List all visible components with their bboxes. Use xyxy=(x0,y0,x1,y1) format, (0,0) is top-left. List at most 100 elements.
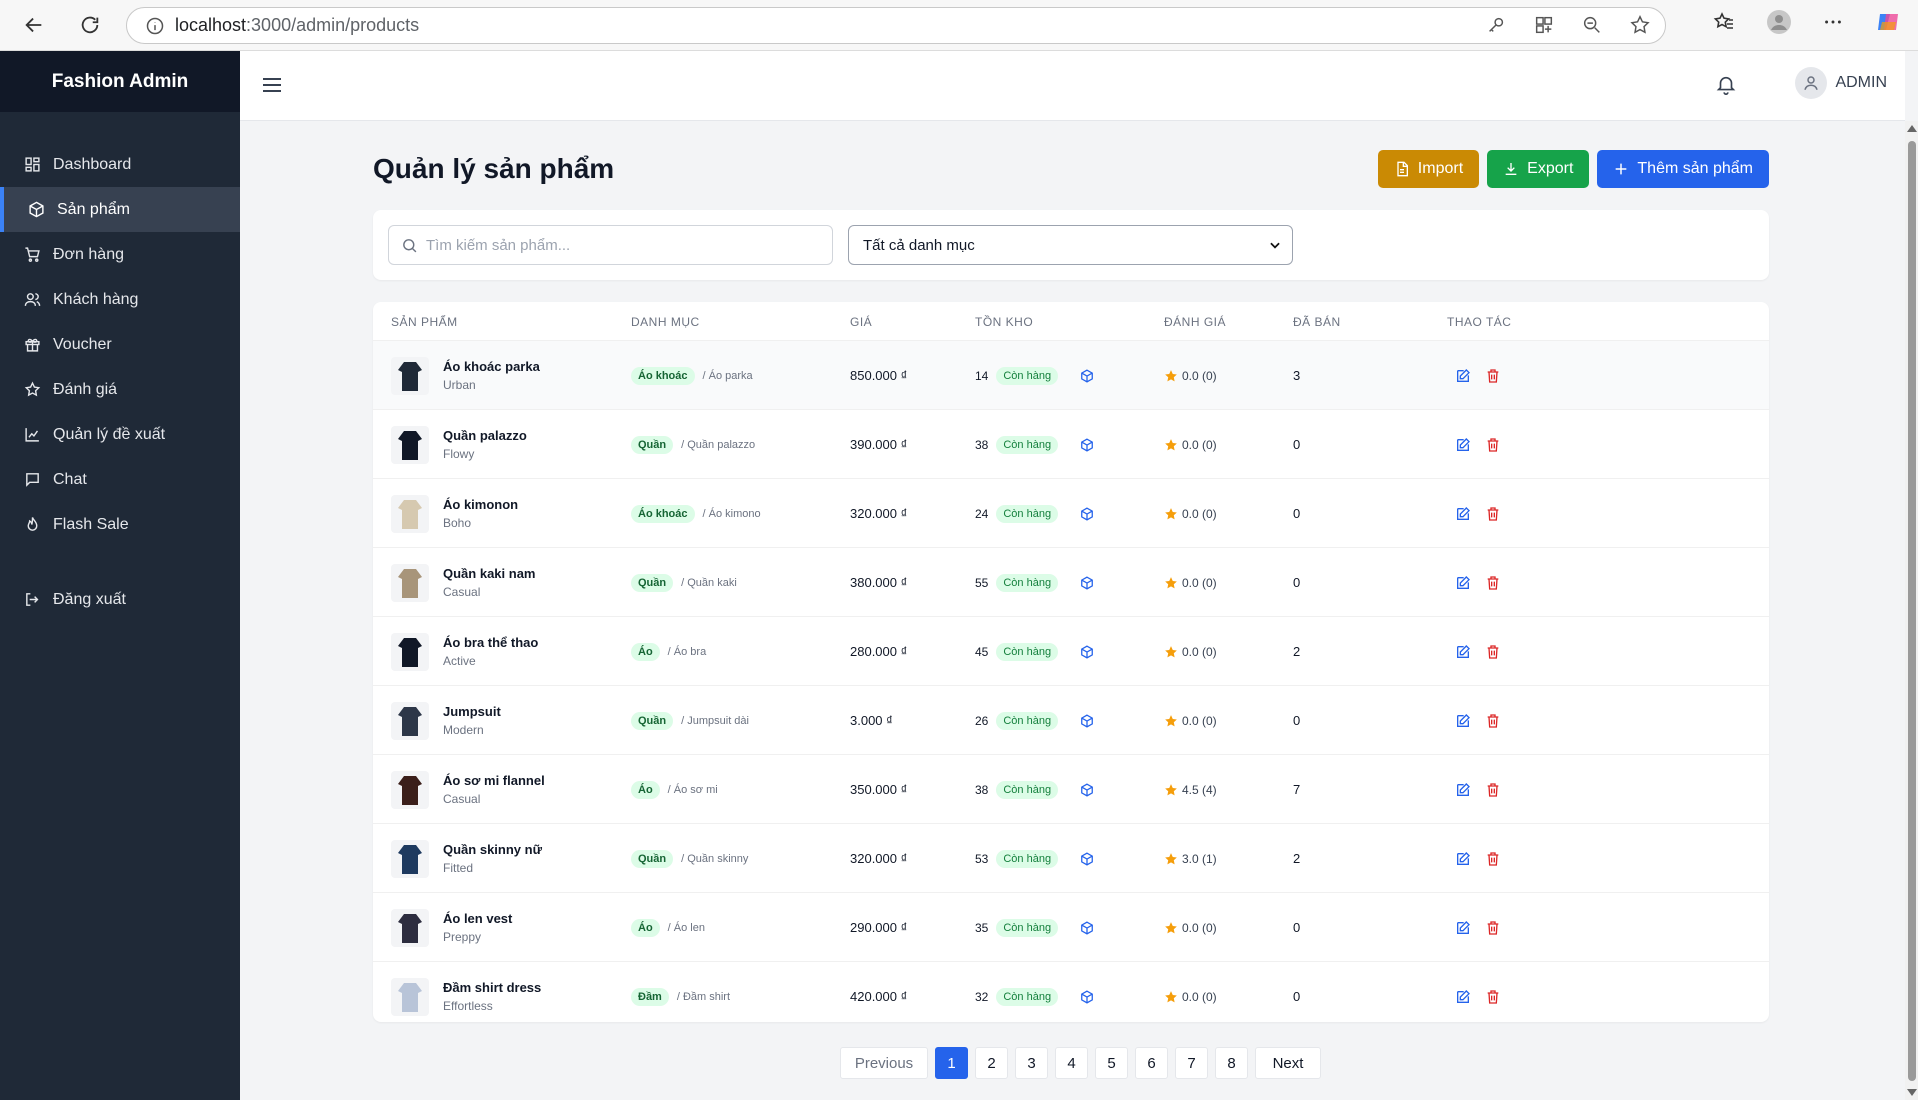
edit-icon[interactable] xyxy=(1455,368,1471,384)
edit-icon[interactable] xyxy=(1455,437,1471,453)
product-brand: Effortless xyxy=(443,999,493,1013)
actions-cell xyxy=(1455,617,1501,686)
page-button-4[interactable]: 4 xyxy=(1055,1047,1088,1079)
variant-box-icon[interactable] xyxy=(1080,575,1094,590)
import-button[interactable]: Import xyxy=(1377,150,1480,188)
price-cell: 320.000 ₫ xyxy=(850,824,907,893)
category-badge: Áo khoác xyxy=(631,366,695,385)
scroll-thumb[interactable] xyxy=(1908,141,1916,1081)
scroll-up-icon[interactable] xyxy=(1907,125,1917,132)
more-icon[interactable] xyxy=(1822,11,1844,38)
copilot-icon[interactable] xyxy=(1874,8,1902,41)
reload-icon[interactable] xyxy=(72,7,108,43)
variant-box-icon[interactable] xyxy=(1080,782,1094,797)
bell-icon[interactable] xyxy=(1715,74,1737,101)
stock-cell: 24 Còn hàng xyxy=(975,479,1094,548)
variant-box-icon[interactable] xyxy=(1080,437,1094,452)
page-button-7[interactable]: 7 xyxy=(1175,1047,1208,1079)
add-product-button[interactable]: Thêm sản phẩm xyxy=(1597,150,1769,188)
variant-box-icon[interactable] xyxy=(1080,506,1094,521)
page-button-2[interactable]: 2 xyxy=(975,1047,1008,1079)
variant-box-icon[interactable] xyxy=(1080,644,1094,659)
back-icon[interactable] xyxy=(16,7,52,43)
edit-icon[interactable] xyxy=(1455,713,1471,729)
edit-icon[interactable] xyxy=(1455,575,1471,591)
sidebar-item-logout[interactable]: Đăng xuất xyxy=(0,577,240,622)
stock-cell: 35 Còn hàng xyxy=(975,893,1094,962)
previous-page-button[interactable]: Previous xyxy=(840,1047,928,1079)
subcategory-text: / Quần skinny xyxy=(681,852,749,865)
variant-box-icon[interactable] xyxy=(1080,368,1094,383)
variant-box-icon[interactable] xyxy=(1080,851,1094,866)
category-select[interactable]: Tất cả danh mục xyxy=(848,225,1293,265)
rating-cell: 0.0 (0) xyxy=(1164,617,1217,686)
delete-icon[interactable] xyxy=(1485,575,1501,591)
delete-icon[interactable] xyxy=(1485,851,1501,867)
app-icon[interactable] xyxy=(1533,14,1555,41)
variant-box-icon[interactable] xyxy=(1080,713,1094,728)
sold-count: 0 xyxy=(1293,506,1301,521)
page-button-8[interactable]: 8 xyxy=(1215,1047,1248,1079)
rating-cell: 0.0 (0) xyxy=(1164,548,1217,617)
sidebar-item-recommendations[interactable]: Quản lý đề xuất xyxy=(0,412,240,457)
page-scrollbar[interactable] xyxy=(1905,121,1918,1100)
rating-star-icon xyxy=(1165,852,1177,864)
product-brand: Fitted xyxy=(443,861,474,875)
add-product-label: Thêm sản phẩm xyxy=(1637,160,1753,177)
favorites-icon[interactable] xyxy=(1712,10,1736,39)
category-badge: Đầm xyxy=(631,987,669,1006)
page-button-3[interactable]: 3 xyxy=(1015,1047,1048,1079)
price-cell: 290.000 ₫ xyxy=(850,893,907,962)
sidebar-item-orders[interactable]: Đơn hàng xyxy=(0,232,240,277)
column-header-actions: THAO TÁC xyxy=(1447,315,1512,329)
sidebar-item-flash-sale[interactable]: Flash Sale xyxy=(0,502,240,547)
edit-icon[interactable] xyxy=(1455,989,1471,1005)
zoom-icon[interactable] xyxy=(1581,14,1603,41)
page-button-1[interactable]: 1 xyxy=(935,1047,968,1079)
brand-logo[interactable]: Fashion Admin xyxy=(0,51,240,112)
edit-icon[interactable] xyxy=(1455,644,1471,660)
delete-icon[interactable] xyxy=(1485,506,1501,522)
edit-icon[interactable] xyxy=(1455,506,1471,522)
page-button-6[interactable]: 6 xyxy=(1135,1047,1168,1079)
page-button-5[interactable]: 5 xyxy=(1095,1047,1128,1079)
next-page-button[interactable]: Next xyxy=(1255,1047,1321,1079)
scroll-down-icon[interactable] xyxy=(1907,1089,1917,1096)
product-cell: Quần skinny nữ Fitted xyxy=(391,824,542,893)
sidebar-item-dashboard[interactable]: Dashboard xyxy=(0,142,240,187)
hamburger-menu-icon[interactable] xyxy=(262,76,282,99)
info-icon[interactable] xyxy=(135,16,175,36)
delete-icon[interactable] xyxy=(1485,920,1501,936)
search-input[interactable] xyxy=(426,236,806,254)
user-menu[interactable]: ADMIN xyxy=(1795,67,1887,99)
stock-status-badge: Còn hàng xyxy=(996,849,1059,868)
sidebar-item-products[interactable]: Sản phẩm xyxy=(0,187,240,232)
profile-icon[interactable] xyxy=(1766,9,1792,40)
edit-icon[interactable] xyxy=(1455,920,1471,936)
variant-box-icon[interactable] xyxy=(1080,920,1094,935)
product-brand: Flowy xyxy=(443,447,475,461)
sidebar-item-chat[interactable]: Chat xyxy=(0,457,240,502)
sidebar-item-voucher[interactable]: Voucher xyxy=(0,322,240,367)
category-badge: Áo xyxy=(631,780,660,799)
sidebar-item-reviews[interactable]: Đánh giá xyxy=(0,367,240,412)
stock-status-badge: Còn hàng xyxy=(996,711,1059,730)
key-icon[interactable] xyxy=(1485,14,1507,41)
subcategory-text: / Quần palazzo xyxy=(681,438,756,451)
price-cell: 350.000 ₫ xyxy=(850,755,907,824)
delete-icon[interactable] xyxy=(1485,713,1501,729)
variant-box-icon[interactable] xyxy=(1080,989,1094,1004)
edit-icon[interactable] xyxy=(1455,782,1471,798)
sold-count: 0 xyxy=(1293,920,1301,935)
address-bar[interactable]: localhost:3000/admin/products xyxy=(126,7,1666,44)
export-button[interactable]: Export xyxy=(1487,150,1590,188)
delete-icon[interactable] xyxy=(1485,989,1501,1005)
product-brand: Active xyxy=(443,654,476,668)
delete-icon[interactable] xyxy=(1485,644,1501,660)
edit-icon[interactable] xyxy=(1455,851,1471,867)
sidebar-item-customers[interactable]: Khách hàng xyxy=(0,277,240,322)
delete-icon[interactable] xyxy=(1485,368,1501,384)
favorite-star-icon[interactable] xyxy=(1629,14,1651,41)
delete-icon[interactable] xyxy=(1485,782,1501,798)
delete-icon[interactable] xyxy=(1485,437,1501,453)
